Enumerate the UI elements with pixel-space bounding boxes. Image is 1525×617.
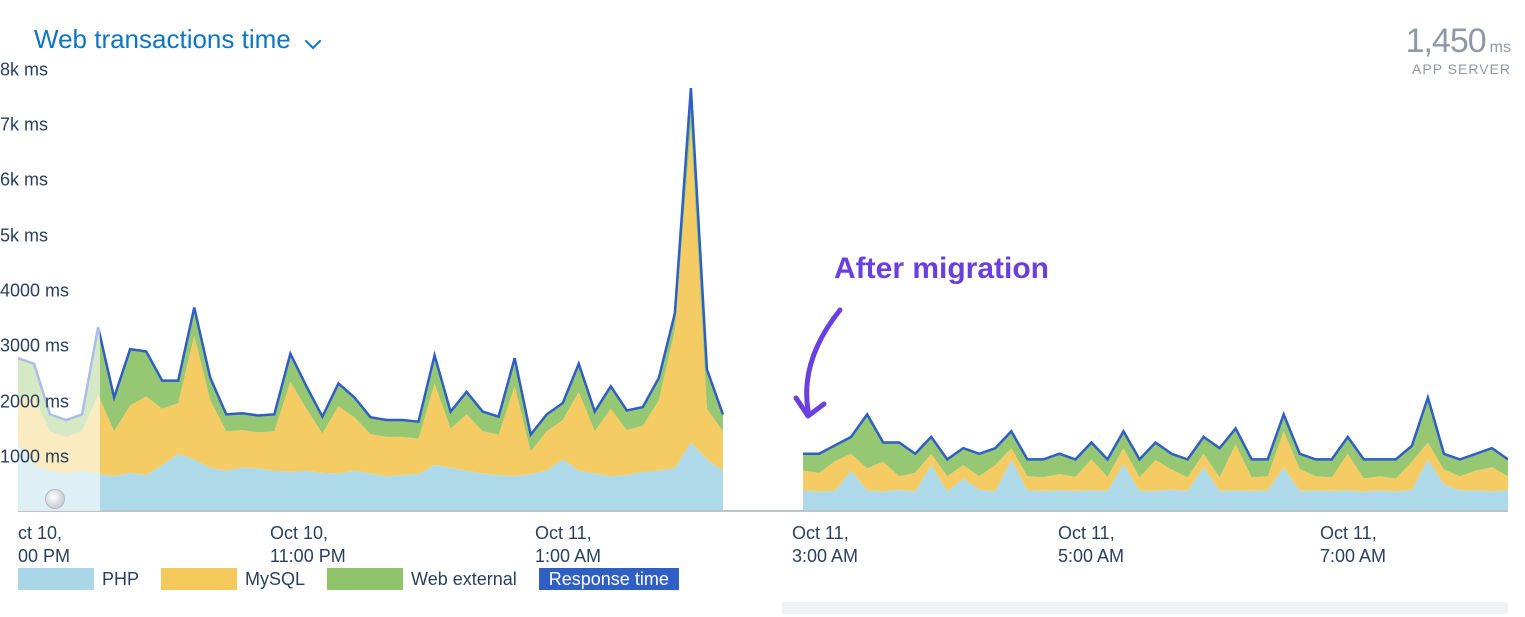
y-tick: 3000 ms bbox=[0, 336, 69, 357]
legend-label: Web external bbox=[411, 569, 517, 590]
x-tick: Oct 10,11:00 PM bbox=[270, 522, 346, 567]
y-tick: 1000 ms bbox=[0, 447, 69, 468]
swatch-webext bbox=[327, 568, 403, 590]
y-tick: 6k ms bbox=[0, 170, 48, 191]
y-tick: 4000 ms bbox=[0, 281, 69, 302]
annotation-after-migration: After migration bbox=[834, 252, 1049, 286]
legend-item-php[interactable]: PHP bbox=[18, 568, 139, 590]
horizontal-scrollbar[interactable] bbox=[782, 602, 1508, 614]
legend-label: PHP bbox=[102, 569, 139, 590]
y-tick: 5k ms bbox=[0, 226, 48, 247]
legend-item-mysql[interactable]: MySQL bbox=[161, 568, 305, 590]
x-tick: Oct 11,5:00 AM bbox=[1058, 522, 1124, 567]
chevron-down-icon bbox=[305, 26, 321, 57]
summary-unit: ms bbox=[1490, 39, 1511, 56]
y-tick: 7k ms bbox=[0, 115, 48, 136]
x-tick: Oct 11,1:00 AM bbox=[535, 522, 601, 567]
y-tick: 8k ms bbox=[0, 60, 48, 81]
swatch-mysql bbox=[161, 568, 237, 590]
summary-value: 1,450 bbox=[1406, 22, 1486, 60]
area-chart-svg bbox=[18, 60, 1508, 512]
x-tick: ct 10,00 PM bbox=[18, 522, 70, 567]
legend-item-response[interactable]: Response time bbox=[539, 568, 679, 590]
swatch-php bbox=[18, 568, 94, 590]
chart-plot-area[interactable] bbox=[18, 60, 1508, 510]
x-tick: Oct 11,7:00 AM bbox=[1320, 522, 1386, 567]
x-tick: Oct 11,3:00 AM bbox=[792, 522, 858, 567]
range-slider-knob[interactable] bbox=[46, 490, 64, 508]
legend-item-webext[interactable]: Web external bbox=[327, 568, 517, 590]
y-tick: 2000 ms bbox=[0, 392, 69, 413]
chart-title-text: Web transactions time bbox=[34, 24, 291, 55]
legend-label: MySQL bbox=[245, 569, 305, 590]
chart-title-dropdown[interactable]: Web transactions time bbox=[34, 24, 321, 55]
legend-label-response: Response time bbox=[539, 568, 679, 590]
chart-legend: PHP MySQL Web external Response time bbox=[18, 568, 679, 590]
